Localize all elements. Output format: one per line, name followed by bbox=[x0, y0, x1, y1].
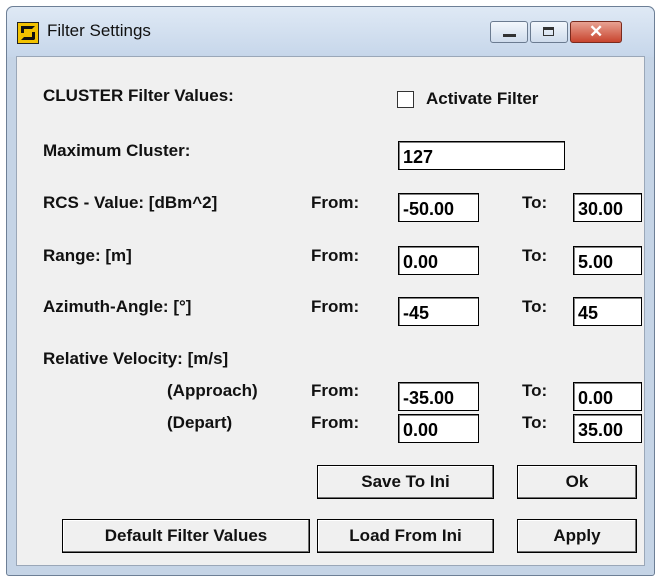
approach-from-label: From: bbox=[311, 381, 360, 400]
close-button[interactable]: ✕ bbox=[570, 21, 622, 43]
rcs-value-label: RCS - Value: [dBm^2] bbox=[43, 193, 218, 212]
range-label: Range: [m] bbox=[43, 246, 132, 265]
depart-label: (Depart) bbox=[167, 413, 233, 432]
minimize-icon bbox=[503, 34, 516, 37]
depart-to-input[interactable]: 35.00 bbox=[573, 414, 642, 443]
relative-velocity-label: Relative Velocity: [m/s] bbox=[43, 349, 229, 368]
close-icon: ✕ bbox=[589, 22, 604, 41]
azimuth-angle-label: Azimuth-Angle: [°] bbox=[43, 297, 192, 316]
approach-label: (Approach) bbox=[167, 381, 258, 400]
rcs-from-input[interactable]: -50.00 bbox=[398, 193, 479, 222]
filter-settings-window: Filter Settings ✕ CLUSTER Filter Values:… bbox=[6, 6, 655, 576]
maximize-button[interactable] bbox=[530, 21, 568, 43]
depart-to-label: To: bbox=[522, 413, 548, 432]
minimize-button[interactable] bbox=[490, 21, 528, 43]
save-to-ini-button[interactable]: Save To Ini bbox=[317, 465, 494, 499]
approach-to-input[interactable]: 0.00 bbox=[573, 382, 642, 411]
dialog-body: CLUSTER Filter Values: Activate Filter M… bbox=[16, 56, 645, 566]
rcs-to-label: To: bbox=[522, 193, 548, 212]
apply-button[interactable]: Apply bbox=[517, 519, 637, 553]
title-bar[interactable]: Filter Settings ✕ bbox=[7, 7, 654, 57]
activate-filter-label[interactable]: Activate Filter bbox=[426, 89, 538, 109]
rcs-from-label: From: bbox=[311, 193, 360, 212]
depart-from-label: From: bbox=[311, 413, 360, 432]
azimuth-from-input[interactable]: -45 bbox=[398, 297, 479, 326]
range-to-input[interactable]: 5.00 bbox=[573, 246, 642, 275]
default-filter-values-button[interactable]: Default Filter Values bbox=[62, 519, 310, 553]
maximum-cluster-label: Maximum Cluster: bbox=[43, 141, 191, 160]
rcs-to-input[interactable]: 30.00 bbox=[573, 193, 642, 222]
depart-from-input[interactable]: 0.00 bbox=[398, 414, 479, 443]
azimuth-to-label: To: bbox=[522, 297, 548, 316]
cluster-filter-heading: CLUSTER Filter Values: bbox=[43, 86, 234, 105]
maximize-icon bbox=[543, 27, 554, 36]
activate-filter-checkbox[interactable] bbox=[397, 91, 414, 108]
azimuth-to-input[interactable]: 45 bbox=[573, 297, 642, 326]
approach-to-label: To: bbox=[522, 381, 548, 400]
window-title: Filter Settings bbox=[47, 21, 151, 40]
load-from-ini-button[interactable]: Load From Ini bbox=[317, 519, 494, 553]
azimuth-from-label: From: bbox=[311, 297, 360, 316]
range-from-input[interactable]: 0.00 bbox=[398, 246, 479, 275]
approach-from-input[interactable]: -35.00 bbox=[398, 382, 479, 411]
range-to-label: To: bbox=[522, 246, 548, 265]
ok-button[interactable]: Ok bbox=[517, 465, 637, 499]
maximum-cluster-input[interactable]: 127 bbox=[398, 141, 565, 170]
app-logo-icon bbox=[17, 22, 39, 44]
range-from-label: From: bbox=[311, 246, 360, 265]
